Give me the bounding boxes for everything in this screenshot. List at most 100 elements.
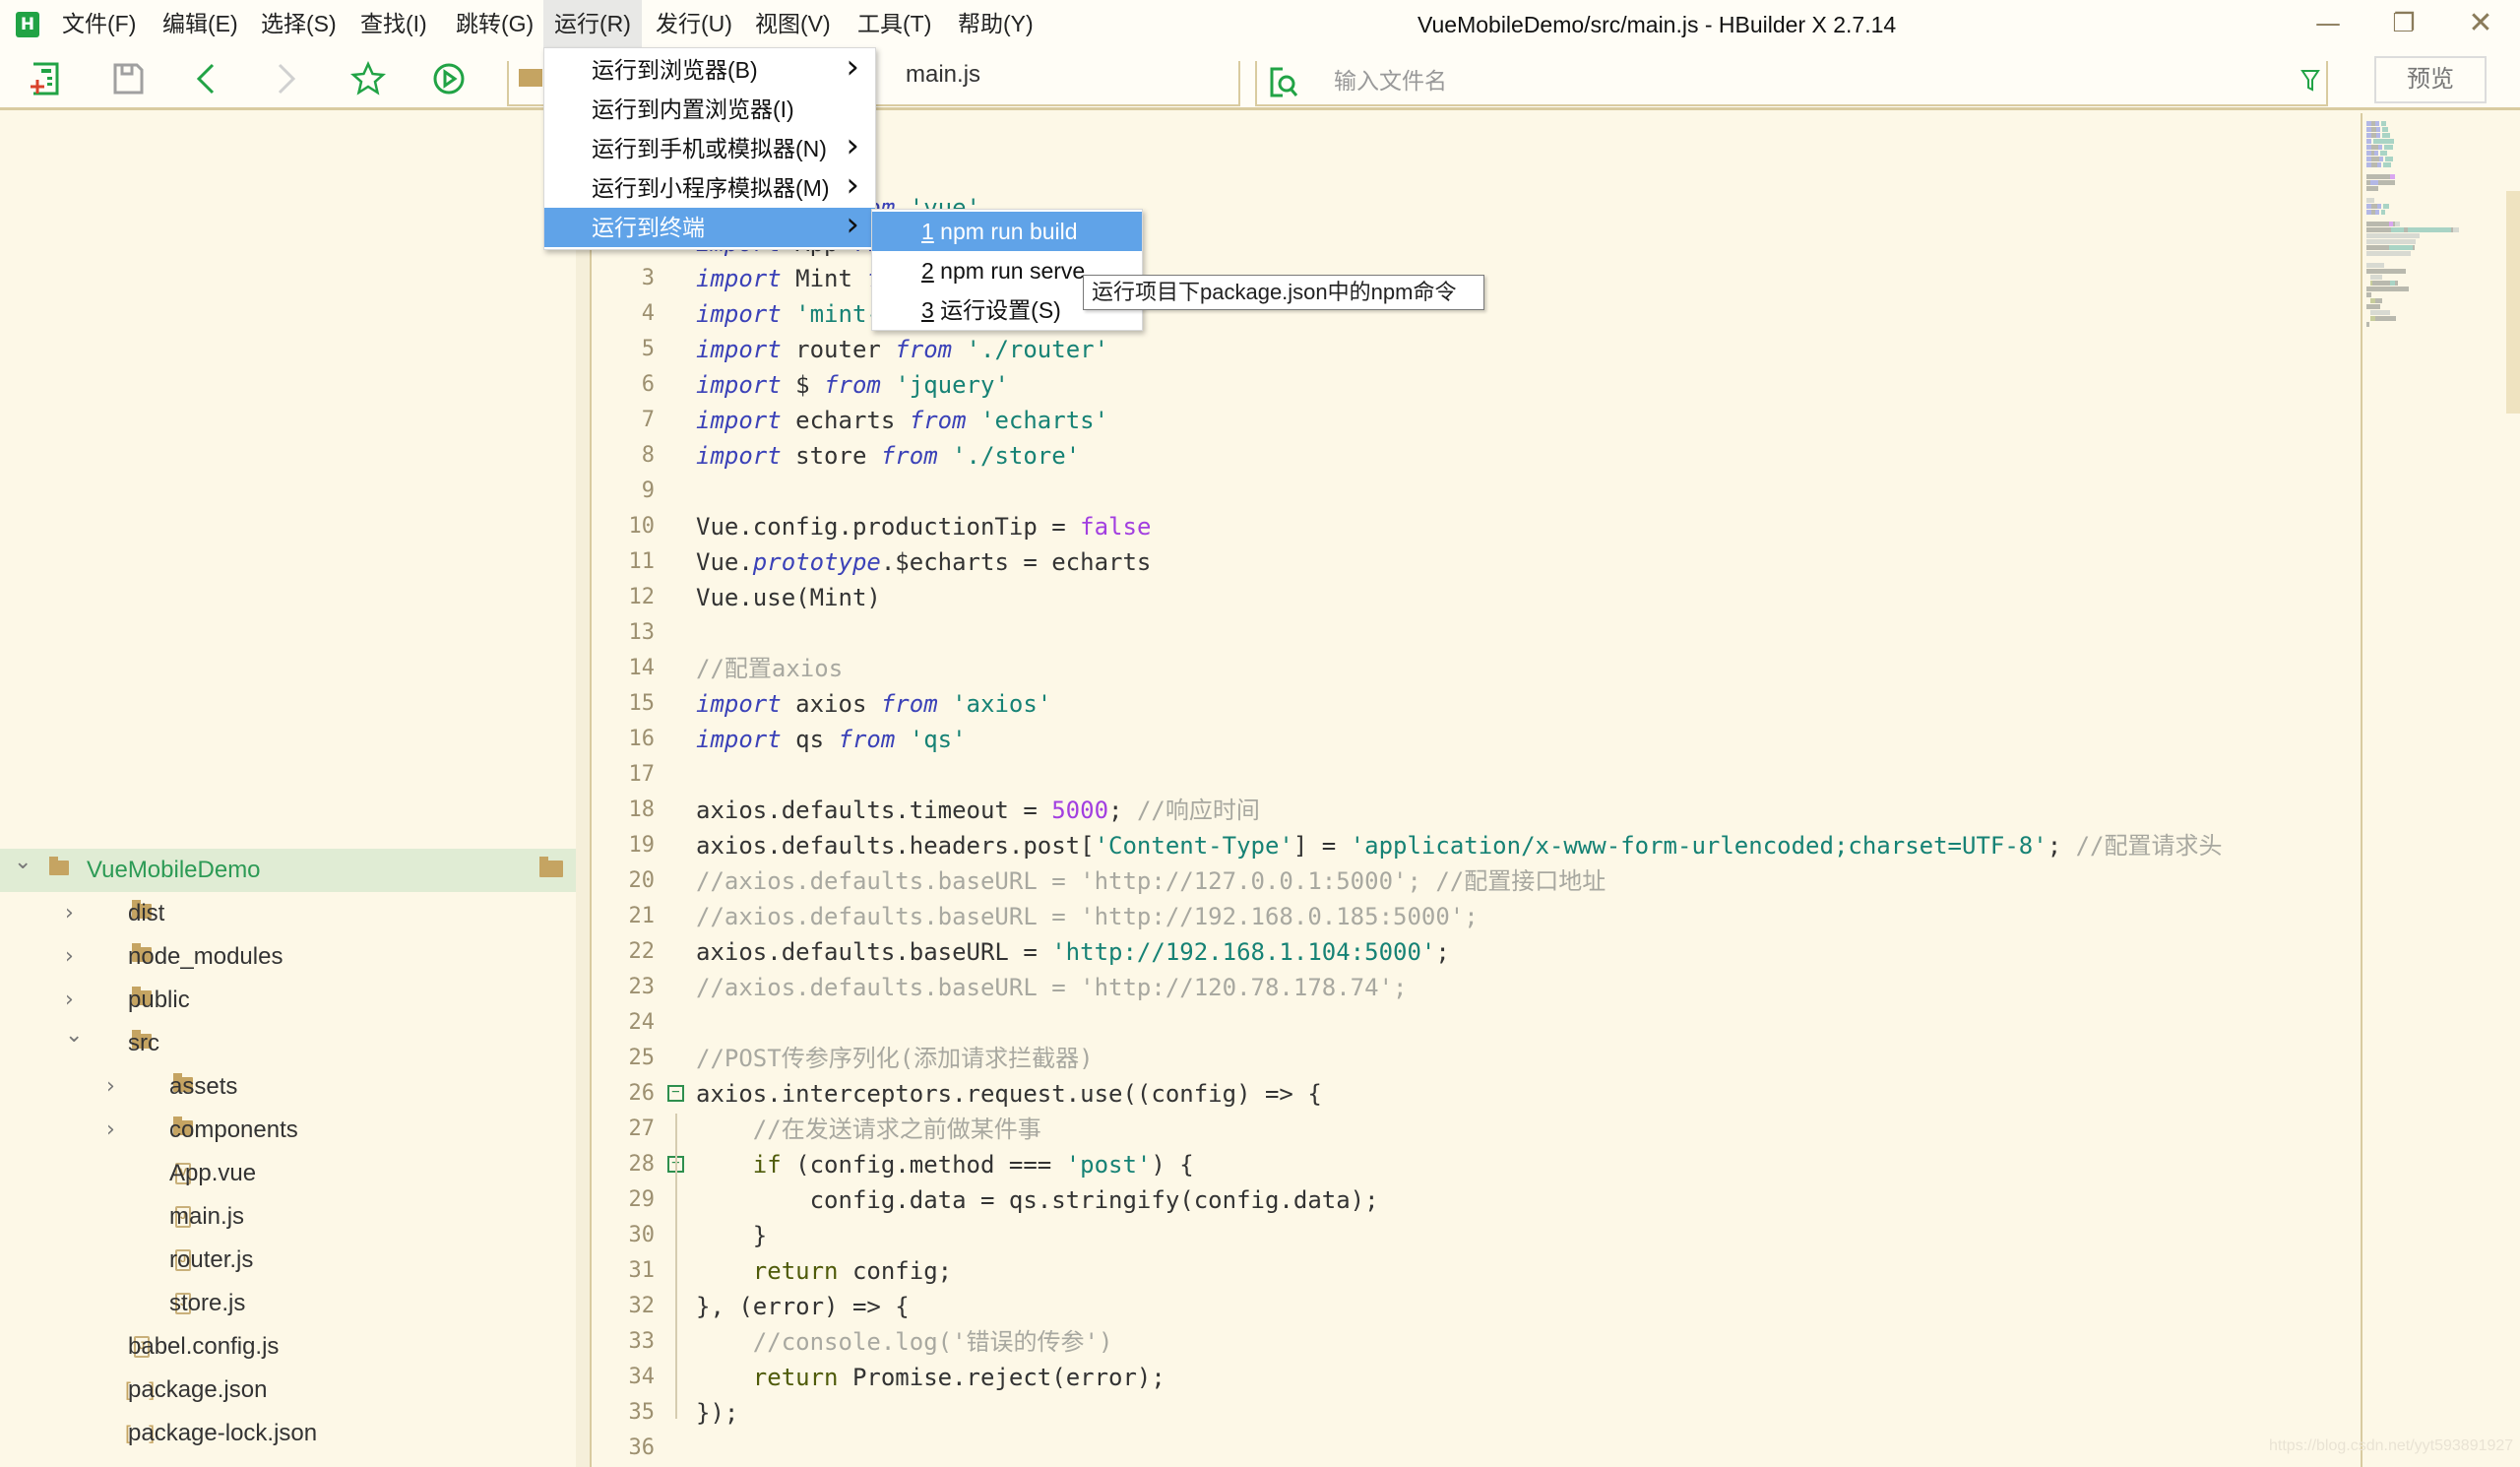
- tree-item[interactable]: › node_modules: [0, 935, 576, 979]
- menu-3[interactable]: 查找(I): [349, 0, 438, 49]
- code-line[interactable]: 12 Vue.use(Mint): [594, 580, 2361, 615]
- menu-7[interactable]: 视图(V): [744, 0, 842, 49]
- code-line[interactable]: 15 import axios from 'axios': [594, 686, 2361, 722]
- tree-item[interactable]: › components: [0, 1109, 576, 1152]
- code-line[interactable]: 23 //axios.defaults.baseURL = 'http://120…: [594, 970, 2361, 1005]
- chevron-down-icon[interactable]: ⌄: [65, 1014, 85, 1057]
- code-line[interactable]: 20 //axios.defaults.baseURL = 'http://127…: [594, 863, 2361, 899]
- code-token: from: [838, 726, 896, 753]
- tree-item[interactable]: V App.vue: [0, 1152, 576, 1195]
- tree-item[interactable]: ⌄ VueMobileDemo: [0, 849, 576, 892]
- code-line[interactable]: 32}, (error) => {: [594, 1289, 2361, 1324]
- fold-toggle-icon[interactable]: −: [667, 1085, 684, 1102]
- code-line[interactable]: 16 import qs from 'qs': [594, 722, 2361, 757]
- sidebar-scrollbar[interactable]: [576, 113, 592, 1467]
- file-search-icon: [1270, 67, 1298, 97]
- code-token: 5000: [1051, 797, 1109, 824]
- code-line[interactable]: 27 //在发送请求之前做某件事: [594, 1112, 2361, 1147]
- code-line[interactable]: 10 Vue.config.productionTip = false: [594, 509, 2361, 544]
- code-line[interactable]: 22 axios.defaults.baseURL = 'http://192.1…: [594, 934, 2361, 970]
- tree-item[interactable]: Jstore.js: [0, 1282, 576, 1325]
- run-menu-item[interactable]: 运行到内置浏览器(I): [544, 90, 875, 129]
- run-menu-item[interactable]: 运行到手机或模拟器(N) ›: [544, 126, 875, 168]
- run-menu-item[interactable]: 运行到浏览器(B) ›: [544, 47, 875, 90]
- line-number: 24: [628, 1010, 656, 1035]
- code-line[interactable]: 25 //POST传参序列化(添加请求拦截器): [594, 1041, 2361, 1076]
- file-search-input[interactable]: [1334, 61, 2220, 100]
- filter-icon[interactable]: [2300, 69, 2320, 93]
- chevron-right-icon[interactable]: ›: [106, 1109, 126, 1152]
- submenu-item-label: npm run serve: [933, 258, 1086, 284]
- minimap-mark: [2377, 204, 2381, 209]
- code-line[interactable]: 31 return config;: [594, 1253, 2361, 1289]
- forward-icon[interactable]: [268, 61, 303, 96]
- code-line[interactable]: 34 return Promise.reject(error);: [594, 1360, 2361, 1395]
- new-file-icon[interactable]: [28, 61, 63, 96]
- code-token: Vue.config.productionTip =: [696, 513, 1081, 541]
- code-line[interactable]: 26− axios.interceptors.request.use((confi…: [594, 1076, 2361, 1112]
- chevron-down-icon[interactable]: ⌄: [14, 841, 33, 884]
- code-line[interactable]: 33 //console.log('错误的传参'): [594, 1324, 2361, 1360]
- preview-button[interactable]: 预览: [2374, 56, 2487, 103]
- code-line[interactable]: 36: [594, 1431, 2361, 1466]
- tree-item[interactable]: [ ] package.json: [0, 1369, 576, 1412]
- code-text: //配置axios: [696, 651, 843, 686]
- code-editor[interactable]: 1importVue from 'vue'2import App from '.…: [594, 113, 2361, 1467]
- tree-item[interactable]: › dist: [0, 892, 576, 935]
- tree-item-label: babel.config.js: [128, 1333, 280, 1360]
- menu-5[interactable]: 运行(R): [543, 0, 642, 49]
- code-line[interactable]: 21 //axios.defaults.baseURL = 'http://192…: [594, 899, 2361, 934]
- code-line[interactable]: 7 import echarts from 'echarts': [594, 403, 2361, 438]
- tree-item[interactable]: › public: [0, 979, 576, 1022]
- code-token: Mint: [781, 265, 867, 292]
- code-line[interactable]: 30 }: [594, 1218, 2361, 1253]
- code-line[interactable]: 8 import store from './store': [594, 438, 2361, 474]
- minimap[interactable]: [2361, 113, 2506, 1467]
- code-line[interactable]: 13: [594, 615, 2361, 651]
- code-line[interactable]: 9: [594, 474, 2361, 509]
- run-menu-item[interactable]: 运行到小程序模拟器(M) ›: [544, 165, 875, 208]
- tree-item[interactable]: Jrouter.js: [0, 1239, 576, 1282]
- tree-item[interactable]: Jbabel.config.js: [0, 1325, 576, 1369]
- code-line[interactable]: 35});: [594, 1395, 2361, 1431]
- folder-action-icon[interactable]: [539, 857, 563, 877]
- tree-item[interactable]: › assets: [0, 1065, 576, 1109]
- code-line[interactable]: 24: [594, 1005, 2361, 1041]
- hbuilder-logo-icon: H: [16, 12, 39, 37]
- chevron-right-icon[interactable]: ›: [106, 1065, 126, 1109]
- code-token: //console.log('错误的传参'): [752, 1328, 1113, 1356]
- breadcrumb-file[interactable]: main.js: [906, 61, 980, 89]
- code-line[interactable]: 17: [594, 757, 2361, 793]
- code-line[interactable]: 6 import $ from 'jquery': [594, 367, 2361, 403]
- submenu-item[interactable]: 1 npm run build: [872, 212, 1142, 251]
- restore-button[interactable]: ❐: [2374, 0, 2433, 49]
- back-icon[interactable]: [189, 61, 224, 96]
- menu-6[interactable]: 发行(U): [645, 0, 743, 49]
- code-line[interactable]: 29 config.data = qs.stringify(config.dat…: [594, 1182, 2361, 1218]
- menu-1[interactable]: 编辑(E): [152, 0, 249, 49]
- chevron-right-icon[interactable]: ›: [65, 935, 85, 979]
- run-icon[interactable]: [431, 61, 467, 96]
- tree-item[interactable]: ⌄ src: [0, 1022, 576, 1065]
- close-button[interactable]: ✕: [2451, 0, 2510, 49]
- code-line[interactable]: 28− if (config.method === 'post') {: [594, 1147, 2361, 1182]
- menu-0[interactable]: 文件(F): [51, 0, 147, 49]
- chevron-right-icon[interactable]: ›: [65, 892, 85, 935]
- menu-2[interactable]: 选择(S): [250, 0, 347, 49]
- code-line[interactable]: 18 axios.defaults.timeout = 5000; //响应时间: [594, 793, 2361, 828]
- code-line[interactable]: 11 Vue.prototype.$echarts = echarts: [594, 544, 2361, 580]
- tree-item[interactable]: [ ] package-lock.json: [0, 1412, 576, 1455]
- minimap-scrollbar[interactable]: [2506, 191, 2520, 414]
- tree-item[interactable]: Jmain.js: [0, 1195, 576, 1239]
- menu-4[interactable]: 跳转(G): [445, 0, 544, 49]
- code-line[interactable]: 19 axios.defaults.headers.post['Content-T…: [594, 828, 2361, 863]
- run-menu-item[interactable]: 运行到终端 ›: [544, 205, 875, 247]
- menu-8[interactable]: 工具(T): [847, 0, 942, 49]
- code-token: prototype: [752, 548, 881, 576]
- menu-9[interactable]: 帮助(Y): [947, 0, 1044, 49]
- code-line[interactable]: 14 //配置axios: [594, 651, 2361, 686]
- code-line[interactable]: 5 import router from './router': [594, 332, 2361, 367]
- favorite-icon[interactable]: [350, 61, 386, 96]
- minimize-button[interactable]: —: [2299, 0, 2358, 49]
- save-icon[interactable]: [110, 61, 146, 96]
